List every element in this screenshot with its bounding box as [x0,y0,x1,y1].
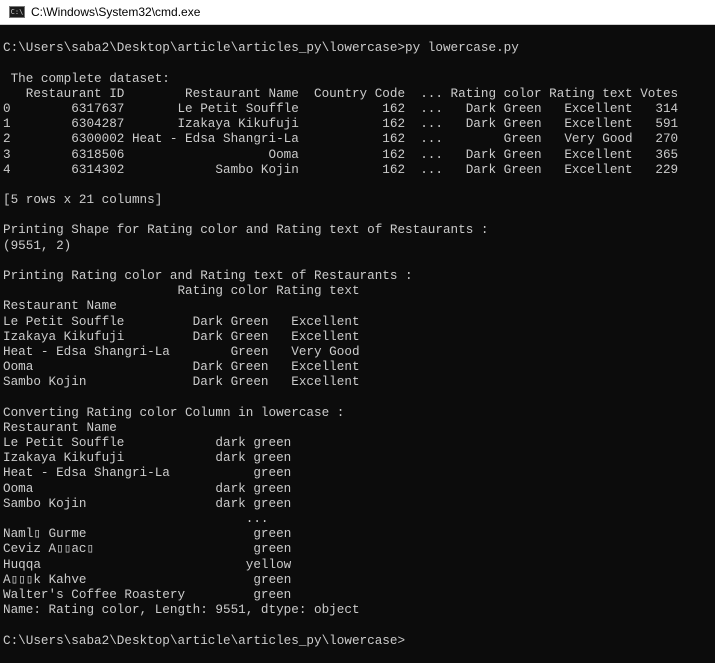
console-line: Heat - Edsa Shangri-La Green Very Good [3,343,360,359]
console-line: 0 6317637 Le Petit Souffle 162 ... Dark … [3,100,679,116]
console-line: Izakaya Kikufuji dark green [3,450,292,466]
console-line: Sambo Kojin dark green [3,495,292,511]
console-line: Le Petit Souffle dark green [3,435,292,451]
cmd-icon: C:\ [9,6,25,18]
console-line: A▯▯▯k Kahve green [3,571,292,587]
console-line: Heat - Edsa Shangri-La green [3,465,292,481]
console-line: Izakaya Kikufuji Dark Green Excellent [3,328,360,344]
console-line: C:\Users\saba2\Desktop\article\articles_… [3,632,406,648]
console-line: Restaurant Name [3,298,117,314]
console-line: Le Petit Souffle Dark Green Excellent [3,313,360,329]
console-output[interactable]: C:\Users\saba2\Desktop\article\articles_… [3,25,715,663]
console-line: Printing Shape for Rating color and Rati… [3,222,489,238]
console-line: Ceviz A▯▯ac▯ green [3,541,292,557]
console-line: Name: Rating color, Length: 9551, dtype:… [3,602,360,618]
console-line: (9551, 2) [3,237,72,253]
console-line: [5 rows x 21 columns] [3,192,163,208]
console-line: 3 6318506 Ooma 162 ... Dark Green Excell… [3,146,679,162]
console-line: Sambo Kojin Dark Green Excellent [3,374,360,390]
console-line: 4 6314302 Sambo Kojin 162 ... Dark Green… [3,161,679,177]
title-bar[interactable]: C:\ C:\Windows\System32\cmd.exe [0,0,715,25]
console-line: Walter's Coffee Roastery green [3,586,292,602]
console-line: Restaurant ID Restaurant Name Country Co… [3,85,679,101]
console-line: Converting Rating color Column in lowerc… [3,404,345,420]
console-line: 2 6300002 Heat - Edsa Shangri-La 162 ...… [3,131,679,147]
console-line: 1 6304287 Izakaya Kikufuji 162 ... Dark … [3,116,679,132]
window-title: C:\Windows\System32\cmd.exe [31,5,201,19]
console-line: Ooma dark green [3,480,292,496]
console-line: Ooma Dark Green Excellent [3,359,360,375]
console-line: Restaurant Name [3,419,117,435]
console-line: Huqqa yellow [3,556,292,572]
console-line: The complete dataset: [3,70,170,86]
console-line: Rating color Rating text [3,283,360,299]
console-line: Printing Rating color and Rating text of… [3,268,413,283]
console-line: C:\Users\saba2\Desktop\article\articles_… [3,40,519,56]
console-line: Naml▯ Gurme green [3,526,292,542]
console-line: ... [3,511,269,526]
